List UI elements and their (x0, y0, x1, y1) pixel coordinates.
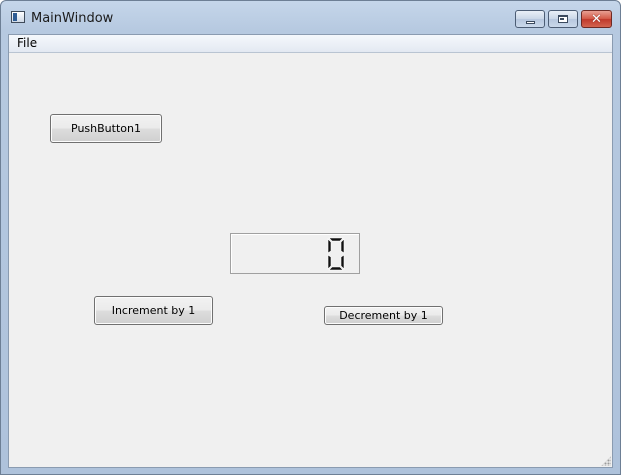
lcd-segment-f (327, 238, 332, 254)
close-button[interactable]: ✕ (581, 10, 612, 28)
lcd-segment-d (328, 266, 344, 271)
close-icon: ✕ (591, 11, 602, 27)
lcd-digit (327, 237, 345, 271)
menu-bar: File (9, 35, 612, 53)
lcd-number-display: 0 (230, 233, 360, 274)
lcd-segment-c (340, 254, 345, 270)
lcd-segment-e (327, 254, 332, 270)
maximize-button[interactable] (548, 10, 578, 28)
menu-file[interactable]: File (17, 36, 37, 50)
title-bar[interactable]: MainWindow ✕ (1, 1, 620, 34)
lcd-segment-b (340, 238, 345, 254)
main-window: MainWindow ✕ File PushButton1 0 Incremen… (0, 0, 621, 475)
increment-button[interactable]: Increment by 1 (94, 296, 213, 325)
minimize-icon (525, 20, 535, 24)
size-grip[interactable] (601, 456, 611, 466)
decrement-button[interactable]: Decrement by 1 (324, 306, 443, 325)
window-app-icon[interactable] (11, 11, 25, 23)
push-button-1[interactable]: PushButton1 (50, 114, 162, 143)
lcd-segment-a (328, 237, 344, 242)
central-widget: File PushButton1 0 Increment by 1 Decrem… (8, 34, 613, 468)
maximize-icon (558, 15, 568, 23)
window-title: MainWindow (31, 11, 114, 26)
minimize-button[interactable] (515, 10, 545, 28)
